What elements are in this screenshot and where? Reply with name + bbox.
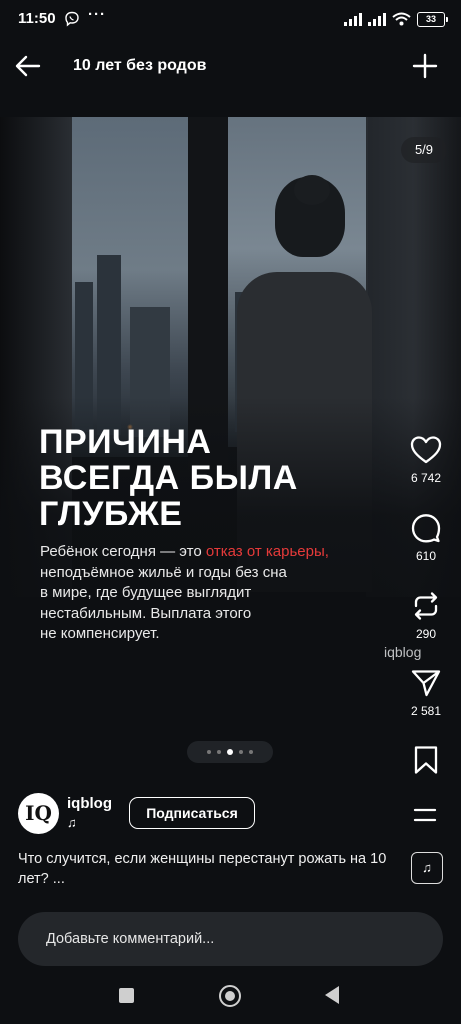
body-text-line: нестабильным. Выплата этого — [40, 604, 252, 622]
music-note-icon[interactable]: ♫ — [67, 815, 77, 830]
heart-icon — [410, 436, 442, 464]
top-bar: 10 лет без родов — [0, 40, 461, 92]
save-button[interactable] — [391, 745, 461, 775]
like-button[interactable]: 6 742 — [391, 435, 461, 485]
back-button-icon[interactable] — [325, 986, 339, 1004]
woman-hair-bun — [294, 175, 330, 205]
slide-headline: ПРИЧИНА ВСЕГДА БЫЛА ГЛУБЖЕ — [39, 424, 359, 532]
author-name[interactable]: iqblog — [67, 795, 112, 812]
body-text-line: неподъёмное жильё и годы без сна — [40, 563, 287, 581]
page-title: 10 лет без родов — [73, 57, 207, 74]
carousel-dot — [249, 750, 253, 754]
comment-count: 610 — [415, 549, 437, 563]
body-text-line: в мире, где будущее выглядит — [40, 584, 252, 601]
repost-count: 290 — [415, 627, 437, 641]
music-button[interactable]: ♫ — [411, 852, 443, 884]
carousel-dot-active — [227, 749, 233, 755]
slide-counter: 5/9 — [401, 137, 447, 163]
back-arrow-icon[interactable] — [12, 50, 44, 82]
status-icons: 33 — [344, 11, 448, 27]
home-button-icon[interactable] — [219, 985, 241, 1007]
share-button[interactable]: 2 581 — [391, 668, 461, 718]
wifi-icon — [392, 12, 411, 26]
recents-button-icon[interactable] — [119, 988, 134, 1003]
carousel-dot — [239, 750, 243, 754]
body-text-part: Ребёнок сегодня — это — [40, 543, 206, 560]
comment-input[interactable]: Добавьте комментарий... — [18, 912, 443, 966]
comment-placeholder: Добавьте комментарий... — [46, 931, 215, 947]
plus-icon[interactable] — [411, 52, 439, 80]
post-caption[interactable]: Что случится, если женщины перестанут ро… — [18, 849, 410, 889]
signal-icon — [344, 12, 362, 26]
status-bar: 11:50 ··· 33 — [0, 0, 461, 38]
bookmark-icon — [414, 746, 438, 774]
slide-body-text: Ребёнок сегодня — это отказ от карьеры, … — [40, 542, 380, 645]
signal-icon-2 — [368, 12, 386, 26]
body-text-highlight: отказ от карьеры, — [205, 543, 329, 560]
carousel-indicator — [187, 741, 273, 763]
send-icon — [411, 670, 441, 697]
carousel-dot — [217, 750, 221, 754]
avatar[interactable]: IQ — [18, 793, 59, 834]
menu-icon[interactable] — [413, 805, 437, 825]
more-notifications-icon: ··· — [88, 6, 106, 23]
carousel-dot — [207, 750, 211, 754]
share-count: 2 581 — [410, 704, 442, 718]
repost-button[interactable]: 290 — [391, 591, 461, 641]
headline-line: ПРИЧИНА — [39, 423, 212, 461]
comment-icon — [411, 514, 441, 543]
viber-icon — [65, 11, 79, 27]
status-time: 11:50 — [18, 10, 56, 27]
follow-button[interactable]: Подписаться — [129, 797, 255, 829]
system-nav-bar — [0, 976, 461, 1024]
headline-line: ВСЕГДА БЫЛА — [39, 459, 298, 497]
body-text-line: не компенсирует. — [40, 625, 160, 642]
headline-line: ГЛУБЖЕ — [39, 495, 183, 533]
author-row: IQ iqblog ♫ Подписаться — [18, 793, 443, 835]
battery-icon: 33 — [417, 11, 448, 27]
repost-icon — [414, 592, 438, 620]
watermark: iqblog — [384, 644, 422, 660]
like-count: 6 742 — [410, 471, 442, 485]
comment-button[interactable]: 610 — [391, 513, 461, 563]
